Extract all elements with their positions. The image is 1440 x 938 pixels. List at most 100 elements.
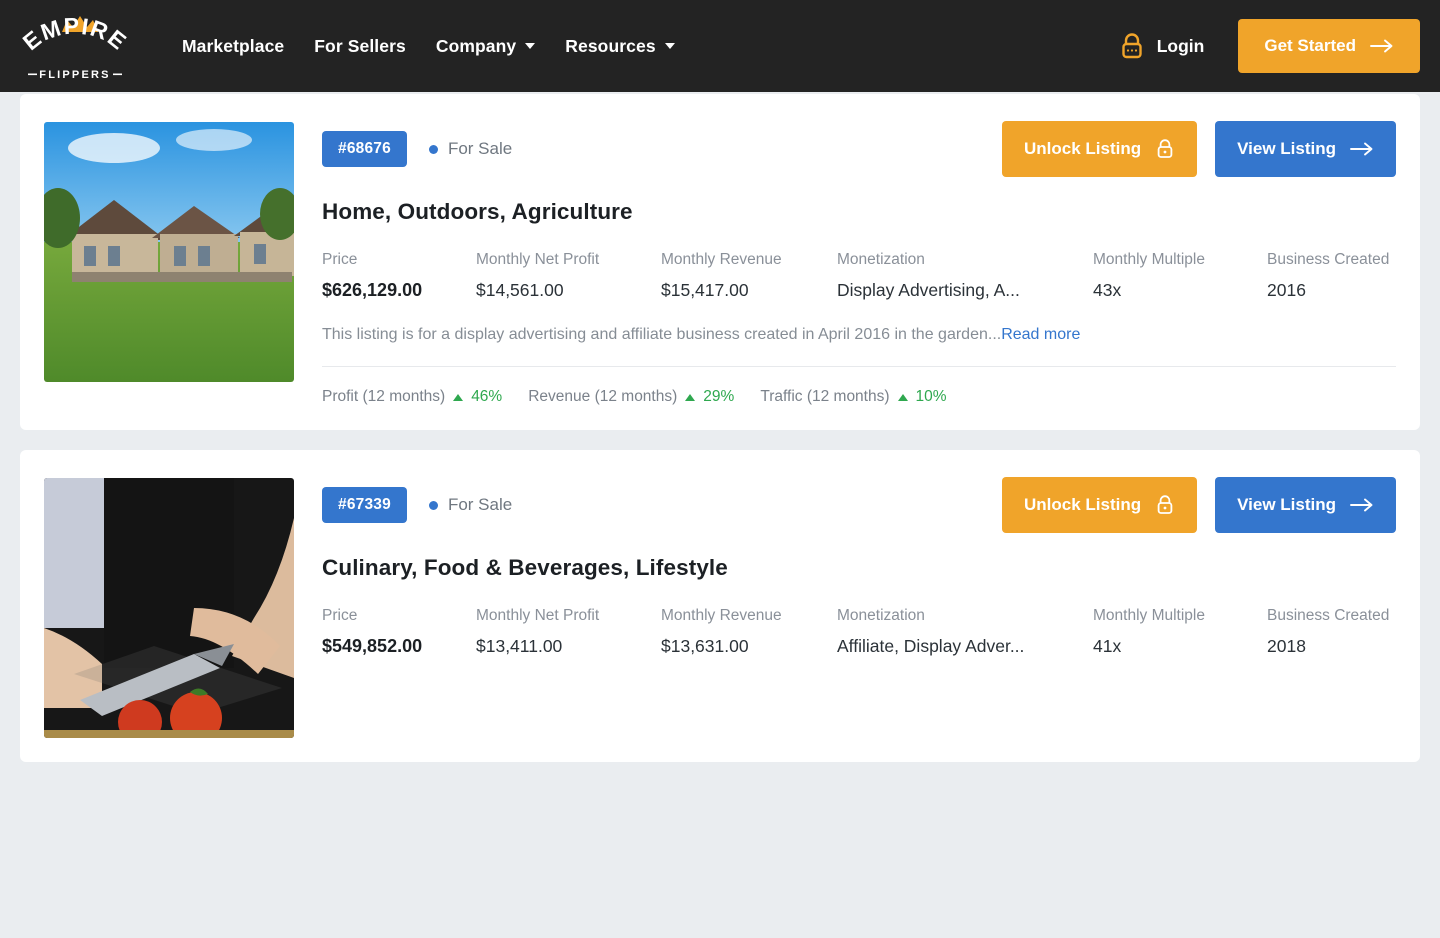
stat-value-price: $549,852.00 (322, 636, 476, 657)
growth-metric: Traffic (12 months) 10% (760, 388, 946, 406)
site-header: EMPIRE FLIPPERS Marketplace For Sellers Co… (0, 0, 1440, 92)
listing-title: Culinary, Food & Beverages, Lifestyle (322, 555, 1396, 581)
stat-revenue: Monthly Revenue $13,631.00 (661, 607, 837, 657)
stat-price: Price $626,129.00 (322, 251, 476, 301)
stat-label-net_profit: Monthly Net Profit (476, 251, 661, 269)
stat-created: Business Created 2018 (1267, 607, 1427, 657)
listing-id-badge[interactable]: #67339 (322, 487, 407, 523)
arrow-right-icon (1350, 498, 1374, 512)
trend-up-icon (685, 394, 695, 401)
stat-value-net_profit: $13,411.00 (476, 636, 661, 657)
stat-value-created: 2018 (1267, 636, 1427, 657)
nav-item-label: Marketplace (182, 36, 284, 57)
view-listing-button[interactable]: View Listing (1215, 477, 1396, 533)
nav-item-resources[interactable]: Resources (565, 36, 674, 57)
stat-value-revenue: $15,417.00 (661, 280, 837, 301)
listing-card[interactable]: #67339 For Sale Unlock Listing (20, 450, 1420, 762)
listing-id-badge[interactable]: #68676 (322, 131, 407, 167)
stat-monetization: Monetization Display Advertising, A... (837, 251, 1093, 301)
svg-text:EMPIRE: EMPIRE (18, 13, 133, 56)
stat-created: Business Created 2016 (1267, 251, 1427, 301)
arrow-right-icon (1370, 39, 1394, 53)
stat-multiple: Monthly Multiple 43x (1093, 251, 1267, 301)
login-link[interactable]: Login (1119, 32, 1205, 60)
get-started-button[interactable]: Get Started (1238, 19, 1420, 73)
stat-label-created: Business Created (1267, 607, 1427, 625)
stat-revenue: Monthly Revenue $15,417.00 (661, 251, 837, 301)
view-listing-label: View Listing (1237, 139, 1336, 159)
stat-value-monetization: Display Advertising, A... (837, 280, 1093, 301)
stat-monetization: Monetization Affiliate, Display Adver... (837, 607, 1093, 657)
get-started-label: Get Started (1264, 36, 1356, 56)
trend-up-icon (453, 394, 463, 401)
stat-value-multiple: 41x (1093, 636, 1267, 657)
growth-metric-value: 29% (703, 388, 734, 406)
stat-label-monetization: Monetization (837, 251, 1093, 269)
stat-label-price: Price (322, 251, 476, 269)
read-more-link[interactable]: Read more (1001, 326, 1080, 343)
unlock-listing-button[interactable]: Unlock Listing (1002, 477, 1197, 533)
unlock-listing-button[interactable]: Unlock Listing (1002, 121, 1197, 177)
stat-label-revenue: Monthly Revenue (661, 607, 837, 625)
chevron-down-icon (665, 43, 675, 49)
site-logo[interactable]: EMPIRE FLIPPERS (0, 0, 150, 92)
stat-label-price: Price (322, 607, 476, 625)
nav-item-for-sellers[interactable]: For Sellers (314, 36, 406, 57)
stat-multiple: Monthly Multiple 41x (1093, 607, 1267, 657)
stat-value-multiple: 43x (1093, 280, 1267, 301)
listing-results: Technology, Finance Price $686,250.00 Mo… (0, 0, 1440, 782)
growth-metric-value: 46% (471, 388, 502, 406)
view-listing-label: View Listing (1237, 495, 1336, 515)
listing-thumbnail[interactable] (44, 478, 294, 738)
stat-label-net_profit: Monthly Net Profit (476, 607, 661, 625)
listing-description-text: This listing is for a display advertisin… (322, 326, 1001, 343)
stat-value-monetization: Affiliate, Display Adver... (837, 636, 1093, 657)
nav-item-label: Resources (565, 36, 655, 57)
stat-value-revenue: $13,631.00 (661, 636, 837, 657)
stat-price: Price $549,852.00 (322, 607, 476, 657)
header-actions: Login Get Started (1119, 19, 1440, 73)
stat-net_profit: Monthly Net Profit $14,561.00 (476, 251, 661, 301)
chef-cutting-tomatoes-photo (44, 478, 294, 738)
page-viewport: Technology, Finance Price $686,250.00 Mo… (0, 0, 1440, 938)
growth-metric-label: Profit (12 months) (322, 388, 445, 406)
main-navigation: Marketplace For Sellers Company Resources (182, 36, 675, 57)
lock-icon (1155, 138, 1175, 160)
status-dot-icon (429, 501, 438, 510)
card-divider (322, 366, 1396, 367)
empire-flippers-logo-icon: EMPIRE FLIPPERS (12, 10, 138, 82)
nav-item-label: Company (436, 36, 516, 57)
view-listing-button[interactable]: View Listing (1215, 121, 1396, 177)
stat-net_profit: Monthly Net Profit $13,411.00 (476, 607, 661, 657)
growth-metrics: Profit (12 months) 46% Revenue (12 month… (322, 388, 1396, 406)
nav-item-marketplace[interactable]: Marketplace (182, 36, 284, 57)
listing-card-actions: Unlock Listing View Listing (1002, 121, 1396, 177)
listing-stats: Price $549,852.00 Monthly Net Profit $13… (322, 607, 1396, 657)
growth-metric-value: 10% (916, 388, 947, 406)
stat-label-created: Business Created (1267, 251, 1427, 269)
listing-details: #68676 For Sale Unlock Listing (322, 122, 1396, 406)
listing-card-actions: Unlock Listing View Listing (1002, 477, 1396, 533)
lock-icon (1119, 32, 1145, 60)
stat-value-net_profit: $14,561.00 (476, 280, 661, 301)
listing-title: Home, Outdoors, Agriculture (322, 199, 1396, 225)
nav-item-company[interactable]: Company (436, 36, 535, 57)
stat-value-price: $626,129.00 (322, 280, 476, 301)
growth-metric-label: Revenue (12 months) (528, 388, 677, 406)
listing-card-header: #68676 For Sale Unlock Listing (322, 124, 1396, 174)
suburban-house-lawn-photo (44, 122, 294, 382)
trend-up-icon (898, 394, 908, 401)
growth-metric: Revenue (12 months) 29% (528, 388, 734, 406)
listing-details: #67339 For Sale Unlock Listing (322, 478, 1396, 738)
status-label: For Sale (448, 139, 512, 159)
status-badge: For Sale (429, 139, 512, 159)
listing-card[interactable]: #68676 For Sale Unlock Listing (20, 94, 1420, 430)
stat-label-multiple: Monthly Multiple (1093, 251, 1267, 269)
stat-label-monetization: Monetization (837, 607, 1093, 625)
status-dot-icon (429, 145, 438, 154)
stat-label-revenue: Monthly Revenue (661, 251, 837, 269)
unlock-listing-label: Unlock Listing (1024, 139, 1141, 159)
lock-icon (1155, 494, 1175, 516)
listing-thumbnail[interactable] (44, 122, 294, 406)
login-label: Login (1157, 36, 1205, 57)
